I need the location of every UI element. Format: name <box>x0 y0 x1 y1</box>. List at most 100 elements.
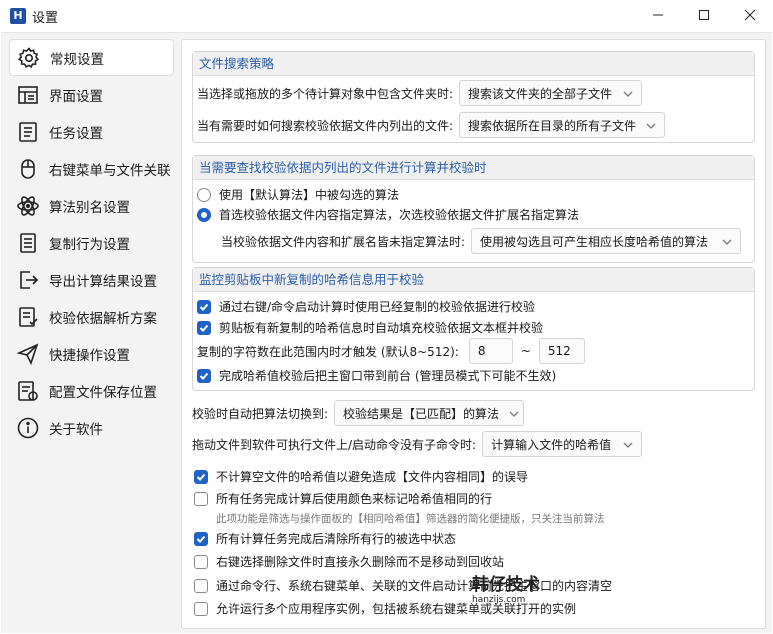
basis-search-dropdown[interactable]: 搜索依据所在目录的所有子文件 <box>459 112 666 138</box>
nav-label: 校验依据解析方案 <box>49 310 157 327</box>
drag-action-row: 拖动文件到软件可执行文件上/启动命令没有子命令时: 计算输入文件的哈希值 <box>192 431 643 457</box>
option-skip-empty[interactable]: 不计算空文件的哈希值以避免造成【文件内容相同】的误导 <box>194 468 528 485</box>
folder-search-row: 当选择或拖放的多个待计算对象中包含文件夹时: 搜索该文件夹的全部子文件 <box>197 80 643 106</box>
settings-frame: 常规设置 界面设置 任务设置 右键菜单与文件关联 算法别名设置 复制行为设置 导… <box>1 32 772 633</box>
radio-button[interactable] <box>197 207 211 222</box>
option-permanent-delete[interactable]: 右键选择删除文件时直接永久删除而不是移动到回收站 <box>194 553 504 570</box>
clipboard-option-bring-front[interactable]: 完成哈希值校验后把主窗口带到前台 (管理员模式下可能不生效) <box>197 367 556 384</box>
clipboard-option-use-copied[interactable]: 通过右键/命令启动计算时使用已经复制的校验依据进行校验 <box>197 298 535 315</box>
nav-label: 常规设置 <box>50 51 104 68</box>
maximize-icon <box>699 10 709 20</box>
nav-label: 算法别名设置 <box>49 199 130 216</box>
char-range-row: 复制的字符数在此范围内时才触发 (默认8~512): 8 ~ 512 <box>197 338 585 364</box>
basis-search-row: 当有需要时如何搜索校验依据文件内列出的文件: 搜索依据所在目录的所有子文件 <box>197 112 666 138</box>
dropdown-value: 使用被勾选且可产生相应长度哈希值的算法 <box>480 234 709 249</box>
char-range-min-input[interactable]: 8 <box>468 338 513 364</box>
close-icon <box>744 9 756 21</box>
algo-option-content-first[interactable]: 首选校验依据文件内容指定算法，次选校验依据文件扩展名指定算法 <box>197 206 579 223</box>
option-color-same-hash[interactable]: 所有任务完成计算后使用颜色来标记哈希值相同的行 <box>194 490 492 507</box>
char-range-max-input[interactable]: 512 <box>538 338 585 364</box>
watermark-url: hanzijs.com <box>472 595 526 605</box>
drag-action-label: 拖动文件到软件可执行文件上/启动命令没有子命令时: <box>192 437 477 452</box>
checkbox-label: 所有计算任务完成后清除所有行的被选中状态 <box>216 532 457 546</box>
nav-item-context-menu[interactable]: 右键菜单与文件关联 <box>9 150 174 187</box>
watermark-text: 韩仔技术 <box>472 575 540 595</box>
checkbox[interactable] <box>197 368 211 383</box>
checkbox[interactable] <box>194 531 208 546</box>
checkbox-label: 右键选择删除文件时直接永久删除而不是移动到回收站 <box>216 555 505 569</box>
checkbox[interactable] <box>194 554 208 569</box>
nav-item-algo-alias[interactable]: 算法别名设置 <box>9 187 174 224</box>
range-separator: ~ <box>520 344 531 358</box>
folder-search-dropdown[interactable]: 搜索该文件夹的全部子文件 <box>459 80 643 106</box>
nav-label: 快捷操作设置 <box>49 347 130 364</box>
checkbox-label: 剪贴板有新复制的哈希信息时自动填充校验依据文本框并校验 <box>219 321 544 335</box>
app-icon: H <box>10 8 26 24</box>
nav-label: 配置文件保存位置 <box>49 384 157 401</box>
radio-button[interactable] <box>197 187 211 202</box>
dropdown-value: 校验结果是【已匹配】的算法 <box>343 406 500 421</box>
clipboard-option-autofill[interactable]: 剪贴板有新复制的哈希信息时自动填充校验依据文本框并校验 <box>197 319 543 336</box>
group-header: 当需要查找校验依据内列出的文件进行计算并校验时 <box>193 156 754 180</box>
fallback-algo-dropdown[interactable]: 使用被勾选且可产生相应长度哈希值的算法 <box>471 228 742 254</box>
checkbox[interactable] <box>194 601 208 616</box>
dropdown-value: 计算输入文件的哈希值 <box>491 437 612 452</box>
close-button[interactable] <box>727 0 773 30</box>
nav-item-general[interactable]: 常规设置 <box>9 39 174 76</box>
minimize-button[interactable] <box>635 0 681 30</box>
auto-switch-label: 校验时自动把算法切换到: <box>192 406 329 421</box>
save-config-icon <box>15 378 41 404</box>
nav-item-interface[interactable]: 界面设置 <box>9 76 174 113</box>
nav-label: 关于软件 <box>49 421 103 438</box>
chevron-down-icon <box>646 120 656 130</box>
checkbox[interactable] <box>197 320 211 335</box>
folder-search-label: 当选择或拖放的多个待计算对象中包含文件夹时: <box>197 86 454 101</box>
algo-option-default[interactable]: 使用【默认算法】中被勾选的算法 <box>197 186 399 203</box>
checkbox-label: 所有任务完成计算后使用颜色来标记哈希值相同的行 <box>216 492 493 506</box>
group-header: 监控剪贴板中新复制的哈希信息用于校验 <box>193 268 754 292</box>
maximize-button[interactable] <box>681 0 727 30</box>
chevron-down-icon <box>722 236 732 246</box>
chevron-down-icon <box>509 408 519 418</box>
nav-item-shortcut[interactable]: 快捷操作设置 <box>9 335 174 372</box>
checkbox[interactable] <box>194 578 208 593</box>
checkbox-label: 完成哈希值校验后把主窗口带到前台 (管理员模式下可能不生效) <box>219 369 557 383</box>
copy-doc-icon <box>15 230 41 256</box>
nav-label: 导出计算结果设置 <box>49 273 157 290</box>
window-title: 设置 <box>32 11 59 26</box>
nav-label: 右键菜单与文件关联 <box>49 162 171 179</box>
option-clear-selection[interactable]: 所有计算任务完成后清除所有行的被选中状态 <box>194 530 456 547</box>
drag-action-dropdown[interactable]: 计算输入文件的哈希值 <box>482 431 643 457</box>
layout-icon <box>15 82 41 108</box>
title-bar: H 设置 <box>0 0 773 32</box>
auto-switch-dropdown[interactable]: 校验结果是【已匹配】的算法 <box>334 400 525 426</box>
nav-item-about[interactable]: 关于软件 <box>9 409 174 446</box>
nav-item-task[interactable]: 任务设置 <box>9 113 174 150</box>
dropdown-value: 搜索依据所在目录的所有子文件 <box>468 118 637 133</box>
checkbox[interactable] <box>197 299 211 314</box>
option-color-same-hash-note: 此项功能是筛选与操作面板的【相同哈希值】筛选器的简化便捷版，只关注当前算法 <box>216 513 605 525</box>
checkbox[interactable] <box>194 491 208 506</box>
task-list-icon <box>15 119 41 145</box>
mouse-icon <box>15 156 41 182</box>
dropdown-value: 搜索该文件夹的全部子文件 <box>468 86 613 101</box>
nav-label: 复制行为设置 <box>49 236 130 253</box>
minimize-icon <box>653 14 663 16</box>
nav-item-copy[interactable]: 复制行为设置 <box>9 224 174 261</box>
checkbox[interactable] <box>194 469 208 484</box>
group-header: 文件搜索策略 <box>193 52 754 76</box>
basis-search-label: 当有需要时如何搜索校验依据文件内列出的文件: <box>197 118 454 133</box>
group-clipboard: 监控剪贴板中新复制的哈希信息用于校验 通过右键/命令启动计算时使用已经复制的校验… <box>192 267 755 391</box>
nav-item-parse-scheme[interactable]: 校验依据解析方案 <box>9 298 174 335</box>
watermark: 韩仔技术 hanzijs.com <box>472 570 572 605</box>
atom-icon <box>15 193 41 219</box>
gear-icon <box>16 45 42 71</box>
char-range-label: 复制的字符数在此范围内时才触发 (默认8~512): <box>197 344 459 359</box>
checkbox-label: 通过右键/命令启动计算时使用已经复制的校验依据进行校验 <box>219 300 536 314</box>
sidebar-nav: 常规设置 界面设置 任务设置 右键菜单与文件关联 算法别名设置 复制行为设置 导… <box>9 39 174 446</box>
checkbox-label: 不计算空文件的哈希值以避免造成【文件内容相同】的误导 <box>216 470 529 484</box>
nav-item-export[interactable]: 导出计算结果设置 <box>9 261 174 298</box>
nav-label: 界面设置 <box>49 88 103 105</box>
group-algorithm: 当需要查找校验依据内列出的文件进行计算并校验时 使用【默认算法】中被勾选的算法 … <box>192 155 755 263</box>
nav-item-config-location[interactable]: 配置文件保存位置 <box>9 372 174 409</box>
